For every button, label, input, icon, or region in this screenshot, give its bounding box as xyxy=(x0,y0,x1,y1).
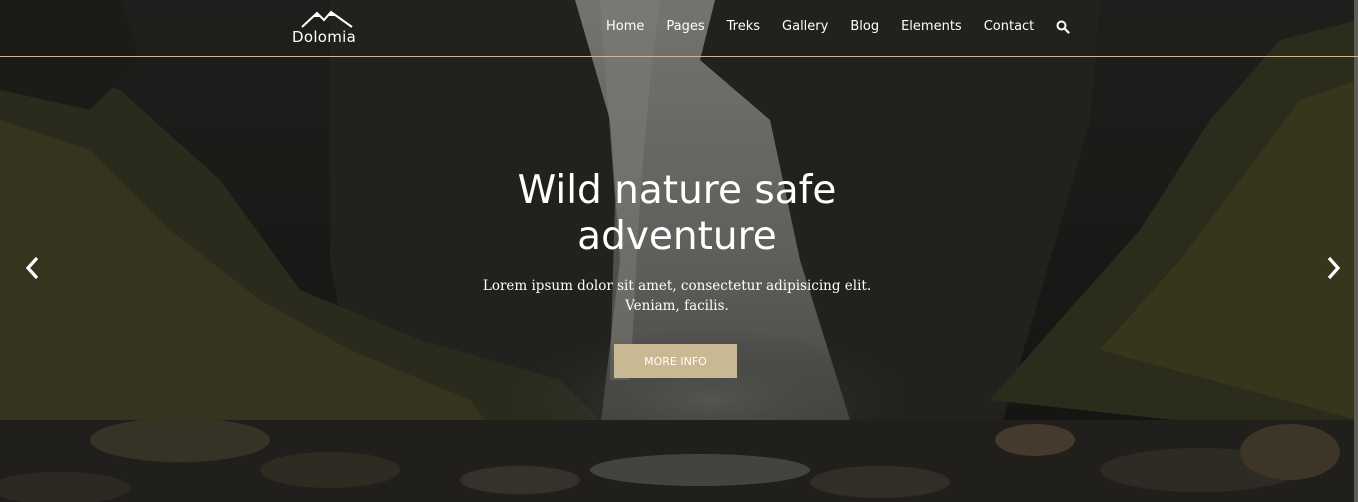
chevron-right-icon xyxy=(1327,256,1341,280)
top-navigation-bar: Dolomia Home Pages Treks Gallery Blog El… xyxy=(0,0,1358,57)
nav-item-elements[interactable]: Elements xyxy=(901,19,962,34)
search-icon[interactable] xyxy=(1056,20,1070,34)
hero-title: Wild nature safe adventure xyxy=(440,168,914,260)
hero-title-line-1: Wild nature safe xyxy=(517,168,837,213)
hero-slider: Dolomia Home Pages Treks Gallery Blog El… xyxy=(0,0,1358,502)
hero-content: Wild nature safe adventure Lorem ipsum d… xyxy=(440,168,914,316)
brand-logo[interactable]: Dolomia xyxy=(292,10,362,48)
nav-item-blog[interactable]: Blog xyxy=(850,19,879,34)
nav-item-pages[interactable]: Pages xyxy=(666,19,704,34)
chevron-left-icon xyxy=(25,256,39,280)
nav-item-treks[interactable]: Treks xyxy=(727,19,760,34)
nav-item-home[interactable]: Home xyxy=(606,19,644,34)
brand-name: Dolomia xyxy=(292,28,357,46)
hero-description: Lorem ipsum dolor sit amet, consectetur … xyxy=(482,278,872,314)
mountain-logo-icon xyxy=(301,10,353,28)
main-navigation: Home Pages Treks Gallery Blog Elements C… xyxy=(606,19,1070,34)
page-scrollbar[interactable] xyxy=(1354,0,1358,502)
nav-item-gallery[interactable]: Gallery xyxy=(782,19,828,34)
nav-item-contact[interactable]: Contact xyxy=(984,19,1035,34)
slider-next-button[interactable] xyxy=(1320,252,1346,284)
slider-prev-button[interactable] xyxy=(20,252,46,284)
more-info-button[interactable]: MORE INFO xyxy=(614,344,737,378)
hero-title-line-2: adventure xyxy=(577,214,777,259)
